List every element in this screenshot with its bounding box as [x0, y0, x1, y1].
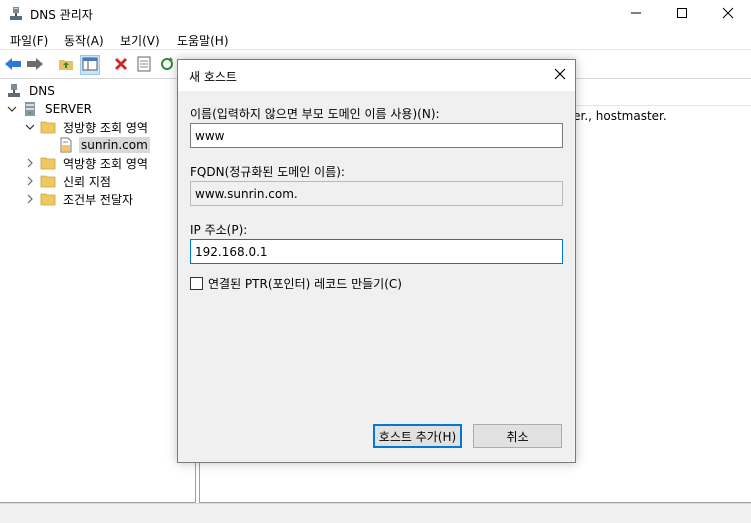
dialog-close-button[interactable] — [544, 60, 575, 91]
tree-item-sunrin-com[interactable]: sunrin.com — [58, 136, 150, 154]
menu-file[interactable]: 파일(F) — [10, 32, 48, 49]
back-arrow-icon — [4, 57, 22, 74]
zone-file-icon — [58, 137, 74, 153]
ip-address-label: IP 주소(P): — [190, 223, 248, 237]
folder-icon — [40, 119, 56, 135]
close-icon — [722, 7, 734, 22]
ip-address-input[interactable] — [190, 239, 563, 264]
chevron-right-icon[interactable] — [24, 193, 36, 205]
folder-up-icon — [58, 56, 74, 75]
minimize-icon — [630, 7, 642, 22]
refresh-icon — [159, 56, 175, 75]
menu-action[interactable]: 동작(A) — [64, 32, 104, 49]
create-ptr-label: 연결된 PTR(포인터) 레코드 만들기(C) — [208, 277, 402, 291]
back-button[interactable] — [3, 55, 23, 75]
dns-server-icon — [6, 83, 22, 99]
tree-item-trust-points[interactable]: 신뢰 지점 — [24, 172, 113, 190]
properties-button[interactable] — [134, 55, 154, 75]
folder-icon — [40, 173, 56, 189]
create-ptr-checkbox-row[interactable]: 연결된 PTR(포인터) 레코드 만들기(C) — [190, 275, 402, 292]
chevron-right-icon[interactable] — [24, 157, 36, 169]
tree-item-reverse-lookup-zones[interactable]: 역방향 조회 영역 — [24, 154, 150, 172]
tree-label-reverse-lookup-zones: 역방향 조회 영역 — [63, 156, 148, 171]
status-bar — [0, 503, 751, 523]
maximize-icon — [676, 7, 688, 22]
close-button[interactable] — [705, 0, 751, 28]
create-ptr-checkbox[interactable] — [190, 277, 203, 290]
fqdn-field — [190, 181, 563, 206]
chevron-down-icon[interactable] — [6, 103, 18, 115]
properties-icon — [136, 56, 152, 75]
record-data-text: ver., hostmaster. — [566, 109, 667, 123]
name-label: 이름(입력하지 않으면 부모 도메인 이름 사용)(N): — [190, 107, 440, 121]
tree-item-conditional-forwarders[interactable]: 조건부 전달자 — [24, 190, 135, 208]
dns-app-icon — [8, 6, 24, 22]
forward-button[interactable] — [25, 55, 45, 75]
name-input[interactable] — [190, 123, 563, 148]
folder-icon — [40, 155, 56, 171]
close-icon — [554, 68, 566, 83]
add-host-button[interactable]: 호스트 추가(H) — [373, 424, 462, 448]
tree-label-conditional-forwarders: 조건부 전달자 — [63, 192, 134, 207]
window-title: DNS 관리자 — [30, 8, 93, 22]
dialog-title: 새 호스트 — [189, 70, 237, 84]
forward-arrow-icon — [26, 57, 44, 74]
tree-label-trust-points: 신뢰 지점 — [63, 174, 111, 189]
cancel-button[interactable]: 취소 — [473, 424, 562, 448]
tree-item-server[interactable]: SERVER — [6, 100, 94, 118]
menu-help[interactable]: 도움말(H) — [177, 32, 229, 49]
delete-button[interactable] — [111, 55, 131, 75]
chevron-down-icon[interactable] — [24, 121, 36, 133]
show-hide-tree-button[interactable] — [80, 55, 100, 75]
tree-label-server: SERVER — [45, 102, 93, 116]
title-bar: DNS 관리자 — [0, 0, 751, 28]
up-one-level-button[interactable] — [56, 55, 76, 75]
folder-icon — [40, 191, 56, 207]
delete-icon — [113, 56, 129, 75]
tree-item-forward-lookup-zones[interactable]: 정방향 조회 영역 — [24, 118, 150, 136]
fqdn-label: FQDN(정규화된 도메인 이름): — [190, 165, 345, 179]
server-icon — [22, 101, 38, 117]
tree-item-dns[interactable]: DNS — [6, 82, 57, 100]
tree-label-forward-lookup-zones: 정방향 조회 영역 — [63, 120, 148, 135]
maximize-button[interactable] — [659, 0, 705, 28]
show-hide-tree-icon — [82, 56, 98, 75]
console-tree-pane[interactable]: DNS SERVER 정방향 조회 영역 sunrin.com 역방향 조회 영… — [0, 81, 196, 503]
tree-label-sunrin-com: sunrin.com — [79, 137, 150, 153]
refresh-button[interactable] — [157, 55, 177, 75]
tree-label-dns: DNS — [29, 84, 55, 98]
dialog-title-bar: 새 호스트 — [178, 60, 575, 91]
chevron-right-icon[interactable] — [24, 175, 36, 187]
menu-view[interactable]: 보기(V) — [120, 32, 160, 49]
minimize-button[interactable] — [613, 0, 659, 28]
menu-bar: 파일(F) 동작(A) 보기(V) 도움말(H) — [0, 28, 751, 50]
new-host-dialog: 새 호스트 이름(입력하지 않으면 부모 도메인 이름 사용)(N): FQDN… — [177, 59, 576, 463]
